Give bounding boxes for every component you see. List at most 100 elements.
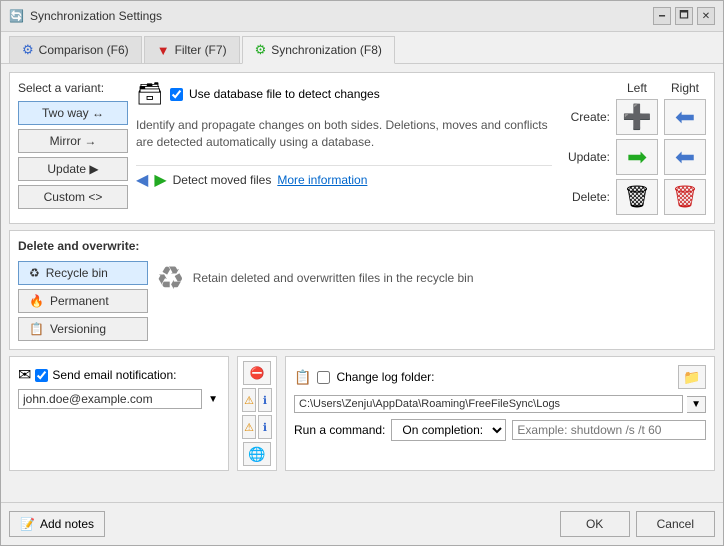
error-status-button[interactable]: ⛔ bbox=[243, 361, 271, 385]
update-left-icon: ➡ bbox=[627, 143, 647, 172]
tab-bar: ⚙ Comparison (F6) ▼ Filter (F7) ⚙ Synchr… bbox=[1, 32, 723, 64]
update-label: Update: bbox=[560, 150, 610, 164]
log-header: 📋 Change log folder: 📁 bbox=[294, 365, 706, 389]
variant-label: Select a variant: bbox=[18, 81, 128, 95]
create-right-icon: ⬅ bbox=[675, 103, 695, 132]
permanent-button[interactable]: 🔥 Permanent bbox=[18, 289, 148, 313]
email-dropdown-arrow[interactable]: ▼ bbox=[206, 392, 220, 407]
recycle-label: Recycle bin bbox=[46, 266, 108, 280]
log-panel: 📋 Change log folder: 📁 ▼ Run a command: … bbox=[285, 356, 715, 471]
window-title: Synchronization Settings bbox=[30, 9, 162, 23]
delete-section-label: Delete and overwrite: bbox=[18, 239, 148, 253]
description-text: Identify and propagate changes on both s… bbox=[136, 113, 552, 155]
change-log-checkbox[interactable] bbox=[317, 371, 330, 384]
variant-update-button[interactable]: Update ▶ bbox=[18, 157, 128, 181]
tab-filter[interactable]: ▼ Filter (F7) bbox=[144, 36, 240, 63]
detect-right-arrow-icon: ▶ bbox=[154, 170, 166, 190]
folder-icon: 📁 bbox=[683, 369, 700, 386]
email-panel: ✉ Send email notification: ▼ bbox=[9, 356, 229, 471]
email-input[interactable] bbox=[18, 389, 202, 409]
delete-left-icon: 🗑 bbox=[623, 184, 651, 210]
delete-left-button[interactable]: 🗑 bbox=[616, 179, 658, 215]
retain-text: Retain deleted and overwritten files in … bbox=[193, 271, 474, 285]
update-right-button[interactable]: ⬅ bbox=[664, 139, 706, 175]
email-action-buttons: ⛔ ⚠ ℹ ⚠ ℹ bbox=[237, 356, 277, 471]
variant-two-way-button[interactable]: Two way ↔ bbox=[18, 101, 128, 125]
info2-icon: ℹ bbox=[263, 421, 267, 434]
run-completion-dropdown[interactable]: On completion: bbox=[391, 419, 506, 441]
variant-custom-button[interactable]: Custom <> bbox=[18, 185, 128, 209]
more-info-link[interactable]: More information bbox=[277, 173, 367, 187]
footer: 📝 Add notes OK Cancel bbox=[1, 502, 723, 545]
left-col-label: Left bbox=[616, 81, 658, 95]
versioning-button[interactable]: 📋 Versioning bbox=[18, 317, 148, 341]
send-email-checkbox[interactable] bbox=[35, 369, 48, 382]
warning-button[interactable]: ⚠ bbox=[242, 388, 256, 412]
create-left-icon: ➕ bbox=[622, 103, 652, 132]
detect-left-arrow-icon: ◀ bbox=[136, 170, 148, 190]
email-input-row: ▼ bbox=[18, 389, 220, 409]
footer-right: OK Cancel bbox=[560, 511, 715, 537]
minimize-button[interactable]: 🗕 bbox=[653, 7, 671, 25]
delete-section: Delete and overwrite: ♻ Recycle bin 🔥 Pe… bbox=[9, 230, 715, 350]
log-path-row: ▼ bbox=[294, 395, 706, 413]
sync-icon: ⚙ bbox=[255, 42, 267, 58]
notes-icon: 📝 bbox=[20, 517, 35, 531]
update-right-icon: ⬅ bbox=[675, 143, 695, 172]
recycle-icon: ♻ bbox=[29, 266, 40, 280]
recycle-bin-button[interactable]: ♻ Recycle bin bbox=[18, 261, 148, 285]
use-db-checkbox[interactable] bbox=[170, 88, 183, 101]
create-action-row: Create: ➕ ⬅ bbox=[560, 99, 706, 135]
comparison-icon: ⚙ bbox=[22, 42, 34, 58]
info2-button[interactable]: ℹ bbox=[258, 415, 272, 439]
update-left-button[interactable]: ➡ bbox=[616, 139, 658, 175]
log-icon: 📋 bbox=[294, 369, 311, 386]
maximize-button[interactable]: 🗖 bbox=[675, 7, 693, 25]
create-right-button[interactable]: ⬅ bbox=[664, 99, 706, 135]
warning2-button[interactable]: ⚠ bbox=[242, 415, 256, 439]
add-notes-button[interactable]: 📝 Add notes bbox=[9, 511, 105, 537]
add-notes-label: Add notes bbox=[40, 517, 94, 531]
run-command-label: Run a command: bbox=[294, 423, 385, 437]
warning-icon: ⚠ bbox=[244, 394, 254, 407]
use-db-label: Use database file to detect changes bbox=[189, 87, 380, 101]
detect-row: ◀ ▶ Detect moved files More information bbox=[136, 165, 552, 194]
create-label: Create: bbox=[560, 110, 610, 124]
cancel-button[interactable]: Cancel bbox=[636, 511, 715, 537]
title-bar: 🔄 Synchronization Settings 🗕 🗖 ✕ bbox=[1, 1, 723, 32]
run-command-row: Run a command: On completion: bbox=[294, 419, 706, 441]
envelope-icon: ✉ bbox=[18, 365, 31, 385]
versioning-label: Versioning bbox=[50, 322, 106, 336]
versioning-icon: 📋 bbox=[29, 322, 44, 336]
delete-label: Delete: bbox=[560, 190, 610, 204]
tab-sync-label: Synchronization (F8) bbox=[271, 43, 382, 57]
globe-button[interactable]: 🌐 bbox=[243, 442, 271, 466]
variant-panel: Select a variant: Two way ↔ Mirror → Upd… bbox=[18, 81, 128, 215]
log-folder-button[interactable]: 📁 bbox=[678, 365, 706, 389]
close-button[interactable]: ✕ bbox=[697, 7, 715, 25]
globe-icon: 🌐 bbox=[248, 446, 265, 463]
send-email-label: Send email notification: bbox=[52, 368, 176, 382]
col-labels: Left Right bbox=[560, 81, 706, 95]
log-path-dropdown[interactable]: ▼ bbox=[687, 396, 706, 413]
tab-filter-label: Filter (F7) bbox=[175, 43, 227, 57]
delete-left-panel: Delete and overwrite: ♻ Recycle bin 🔥 Pe… bbox=[18, 239, 148, 341]
top-section: Select a variant: Two way ↔ Mirror → Upd… bbox=[9, 72, 715, 224]
recycle-bin-icon: ♻ bbox=[156, 259, 185, 297]
use-db-row: 🗃 Use database file to detect changes bbox=[136, 81, 552, 107]
tab-synchronization[interactable]: ⚙ Synchronization (F8) bbox=[242, 36, 395, 64]
update-action-row: Update: ➡ ⬅ bbox=[560, 139, 706, 175]
info-button[interactable]: ℹ bbox=[258, 388, 272, 412]
tab-comparison[interactable]: ⚙ Comparison (F6) bbox=[9, 36, 142, 63]
right-col-label: Right bbox=[664, 81, 706, 95]
create-left-button[interactable]: ➕ bbox=[616, 99, 658, 135]
detect-moved-label: Detect moved files bbox=[173, 173, 272, 187]
error-icon: ⛔ bbox=[250, 366, 265, 380]
run-command-input[interactable] bbox=[512, 420, 706, 440]
db-icon: 🗃 bbox=[136, 81, 164, 107]
delete-right-button[interactable]: 🗑 bbox=[664, 179, 706, 215]
ok-button[interactable]: OK bbox=[560, 511, 630, 537]
variant-mirror-button[interactable]: Mirror → bbox=[18, 129, 128, 153]
delete-right-icon: 🗑 bbox=[671, 184, 699, 210]
log-path-input[interactable] bbox=[294, 395, 683, 413]
